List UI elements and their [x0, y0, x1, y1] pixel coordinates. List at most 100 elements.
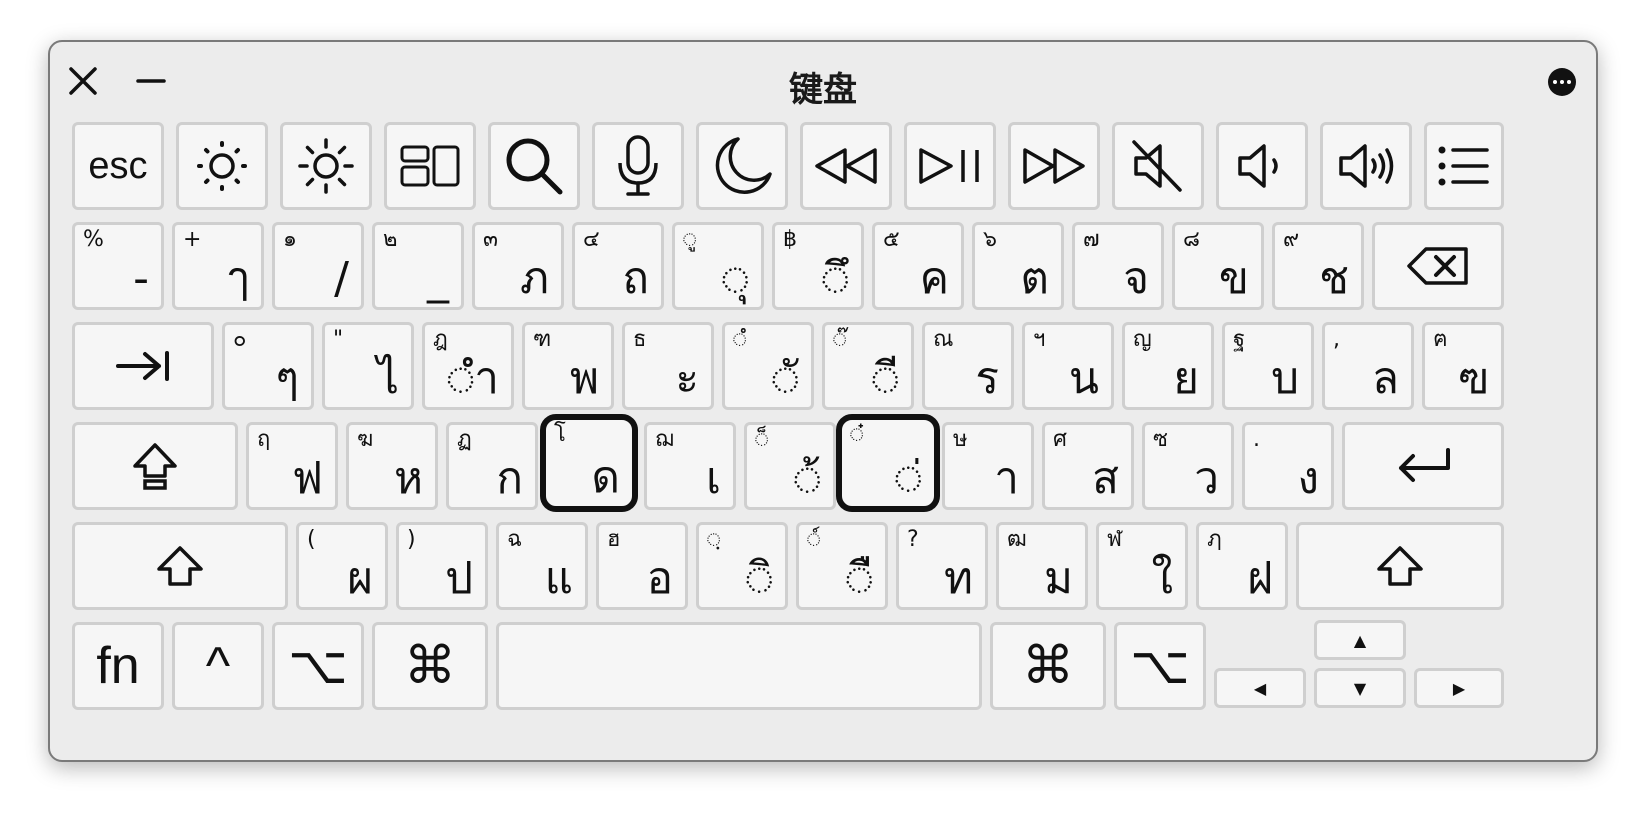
- alt-char: ◌์: [807, 527, 821, 552]
- key-q-6[interactable]: ◌๊ ◌ี: [822, 322, 914, 410]
- key-esc[interactable]: esc: [72, 122, 164, 210]
- key-num-8[interactable]: ๕ค: [872, 222, 964, 310]
- key-brightness-down[interactable]: [176, 122, 268, 210]
- mission-control-icon: [400, 145, 460, 187]
- key-num-5[interactable]: ๔ถ: [572, 222, 664, 310]
- main-char: ท: [943, 553, 973, 604]
- key-mission-control[interactable]: [384, 122, 476, 210]
- key-num-2[interactable]: ๑/: [272, 222, 364, 310]
- key-num-0[interactable]: % -: [72, 222, 164, 310]
- main-char: -: [133, 253, 149, 304]
- key-volume-up[interactable]: [1320, 122, 1412, 210]
- key-q-12[interactable]: ฅฃ: [1422, 322, 1504, 410]
- key-input-list[interactable]: [1424, 122, 1504, 210]
- shift-icon: [157, 546, 203, 586]
- alt-char: ๗: [1083, 227, 1100, 252]
- main-char: ข: [1218, 253, 1249, 304]
- key-fn[interactable]: fn: [72, 622, 164, 710]
- key-num-1[interactable]: + ๅ: [172, 222, 264, 310]
- key-z-0[interactable]: (ผ: [296, 522, 388, 610]
- key-z-1[interactable]: ) ป: [396, 522, 488, 610]
- key-q-2[interactable]: ฎ ◌ำ: [422, 322, 514, 410]
- key-spotlight[interactable]: [488, 122, 580, 210]
- key-num-11[interactable]: ๘ข: [1172, 222, 1264, 310]
- key-q-11[interactable]: ,ล: [1322, 322, 1414, 410]
- key-arrow-up[interactable]: ▲: [1314, 620, 1406, 660]
- key-z-7[interactable]: ฒม: [996, 522, 1088, 610]
- key-num-3[interactable]: ๒ _: [372, 222, 464, 310]
- alt-char: ซ: [1153, 427, 1168, 452]
- key-q-0[interactable]: ๐ๆ: [222, 322, 314, 410]
- key-q-1[interactable]: " ไ: [322, 322, 414, 410]
- key-a-10[interactable]: .ง: [1242, 422, 1334, 510]
- key-q-7[interactable]: ณร: [922, 322, 1014, 410]
- window-title: 键盘: [789, 70, 857, 110]
- key-q-10[interactable]: ฐบ: [1222, 322, 1314, 410]
- key-q-5[interactable]: ◌ํ ◌ั: [722, 322, 814, 410]
- key-command-left[interactable]: ⌘: [372, 622, 488, 710]
- key-caps-lock[interactable]: [72, 422, 238, 510]
- key-mute[interactable]: [1112, 122, 1204, 210]
- tab-icon: [116, 351, 169, 381]
- main-char: ๅ: [227, 253, 249, 304]
- key-command-right[interactable]: ⌘: [990, 622, 1106, 710]
- key-q-9[interactable]: ญย: [1122, 322, 1214, 410]
- key-num-12[interactable]: ๙ช: [1272, 222, 1364, 310]
- key-num-4[interactable]: ๓ภ: [472, 222, 564, 310]
- key-a-5[interactable]: ◌็ ◌้: [744, 422, 836, 510]
- key-a-8[interactable]: ศส: [1042, 422, 1134, 510]
- key-brightness-up[interactable]: [280, 122, 372, 210]
- key-a-4[interactable]: ฌเ: [644, 422, 736, 510]
- brightness-high-icon: [298, 138, 354, 194]
- alt-char: ษ: [953, 427, 968, 452]
- key-option-right[interactable]: ⌥: [1114, 622, 1206, 710]
- key-control[interactable]: ^: [172, 622, 264, 710]
- key-arrow-right[interactable]: ▶: [1414, 668, 1504, 708]
- main-char: ◌ึ: [822, 253, 849, 304]
- more-options-icon[interactable]: [1548, 68, 1576, 96]
- key-return[interactable]: [1342, 422, 1504, 510]
- key-arrow-down[interactable]: ▼: [1314, 668, 1406, 708]
- key-a-7[interactable]: ษา: [942, 422, 1034, 510]
- arrow-left-icon: ◀: [1253, 678, 1267, 698]
- key-fast-forward[interactable]: [1008, 122, 1100, 210]
- key-a-3-highlighted[interactable]: โด: [540, 414, 638, 512]
- key-a-2[interactable]: ฏก: [446, 422, 538, 510]
- key-space[interactable]: [496, 622, 982, 710]
- key-z-5[interactable]: ◌์ ◌ื: [796, 522, 888, 610]
- key-a-1[interactable]: ฆห: [346, 422, 438, 510]
- key-a-9[interactable]: ซว: [1142, 422, 1234, 510]
- key-dictation[interactable]: [592, 122, 684, 210]
- key-do-not-disturb[interactable]: [696, 122, 788, 210]
- key-shift-right[interactable]: [1296, 522, 1504, 610]
- alt-char: ฐ: [1233, 327, 1246, 352]
- search-icon: [506, 138, 563, 195]
- key-play-pause[interactable]: [904, 122, 996, 210]
- key-z-9[interactable]: ฦฝ: [1196, 522, 1288, 610]
- key-num-7[interactable]: ฿ ◌ึ: [772, 222, 864, 310]
- key-z-3[interactable]: ฮอ: [596, 522, 688, 610]
- key-a-0[interactable]: ฤฟ: [246, 422, 338, 510]
- key-arrow-left[interactable]: ◀: [1214, 668, 1306, 708]
- key-option-left[interactable]: ⌥: [272, 622, 364, 710]
- key-num-6[interactable]: ◌ู ◌ุ: [672, 222, 764, 310]
- key-z-4[interactable]: ◌ฺ ◌ิ: [696, 522, 788, 610]
- key-rewind[interactable]: [800, 122, 892, 210]
- key-q-8[interactable]: ฯน: [1022, 322, 1114, 410]
- key-delete[interactable]: [1372, 222, 1504, 310]
- key-shift-left[interactable]: [72, 522, 288, 610]
- key-num-10[interactable]: ๗จ: [1072, 222, 1164, 310]
- key-a-6-highlighted[interactable]: ◌๋ ◌่: [836, 414, 940, 512]
- key-q-3[interactable]: ฑพ: [522, 322, 614, 410]
- key-q-4[interactable]: ธะ: [622, 322, 714, 410]
- key-volume-down[interactable]: [1216, 122, 1308, 210]
- alt-char: ?: [907, 527, 919, 552]
- key-z-6[interactable]: ? ท: [896, 522, 988, 610]
- return-icon: [1399, 448, 1450, 482]
- key-z-8[interactable]: ฬใ: [1096, 522, 1188, 610]
- main-char: า: [994, 453, 1019, 504]
- key-z-2[interactable]: ฉแ: [496, 522, 588, 610]
- main-char: ล: [1372, 353, 1399, 404]
- key-num-9[interactable]: ๖ต: [972, 222, 1064, 310]
- key-tab[interactable]: [72, 322, 214, 410]
